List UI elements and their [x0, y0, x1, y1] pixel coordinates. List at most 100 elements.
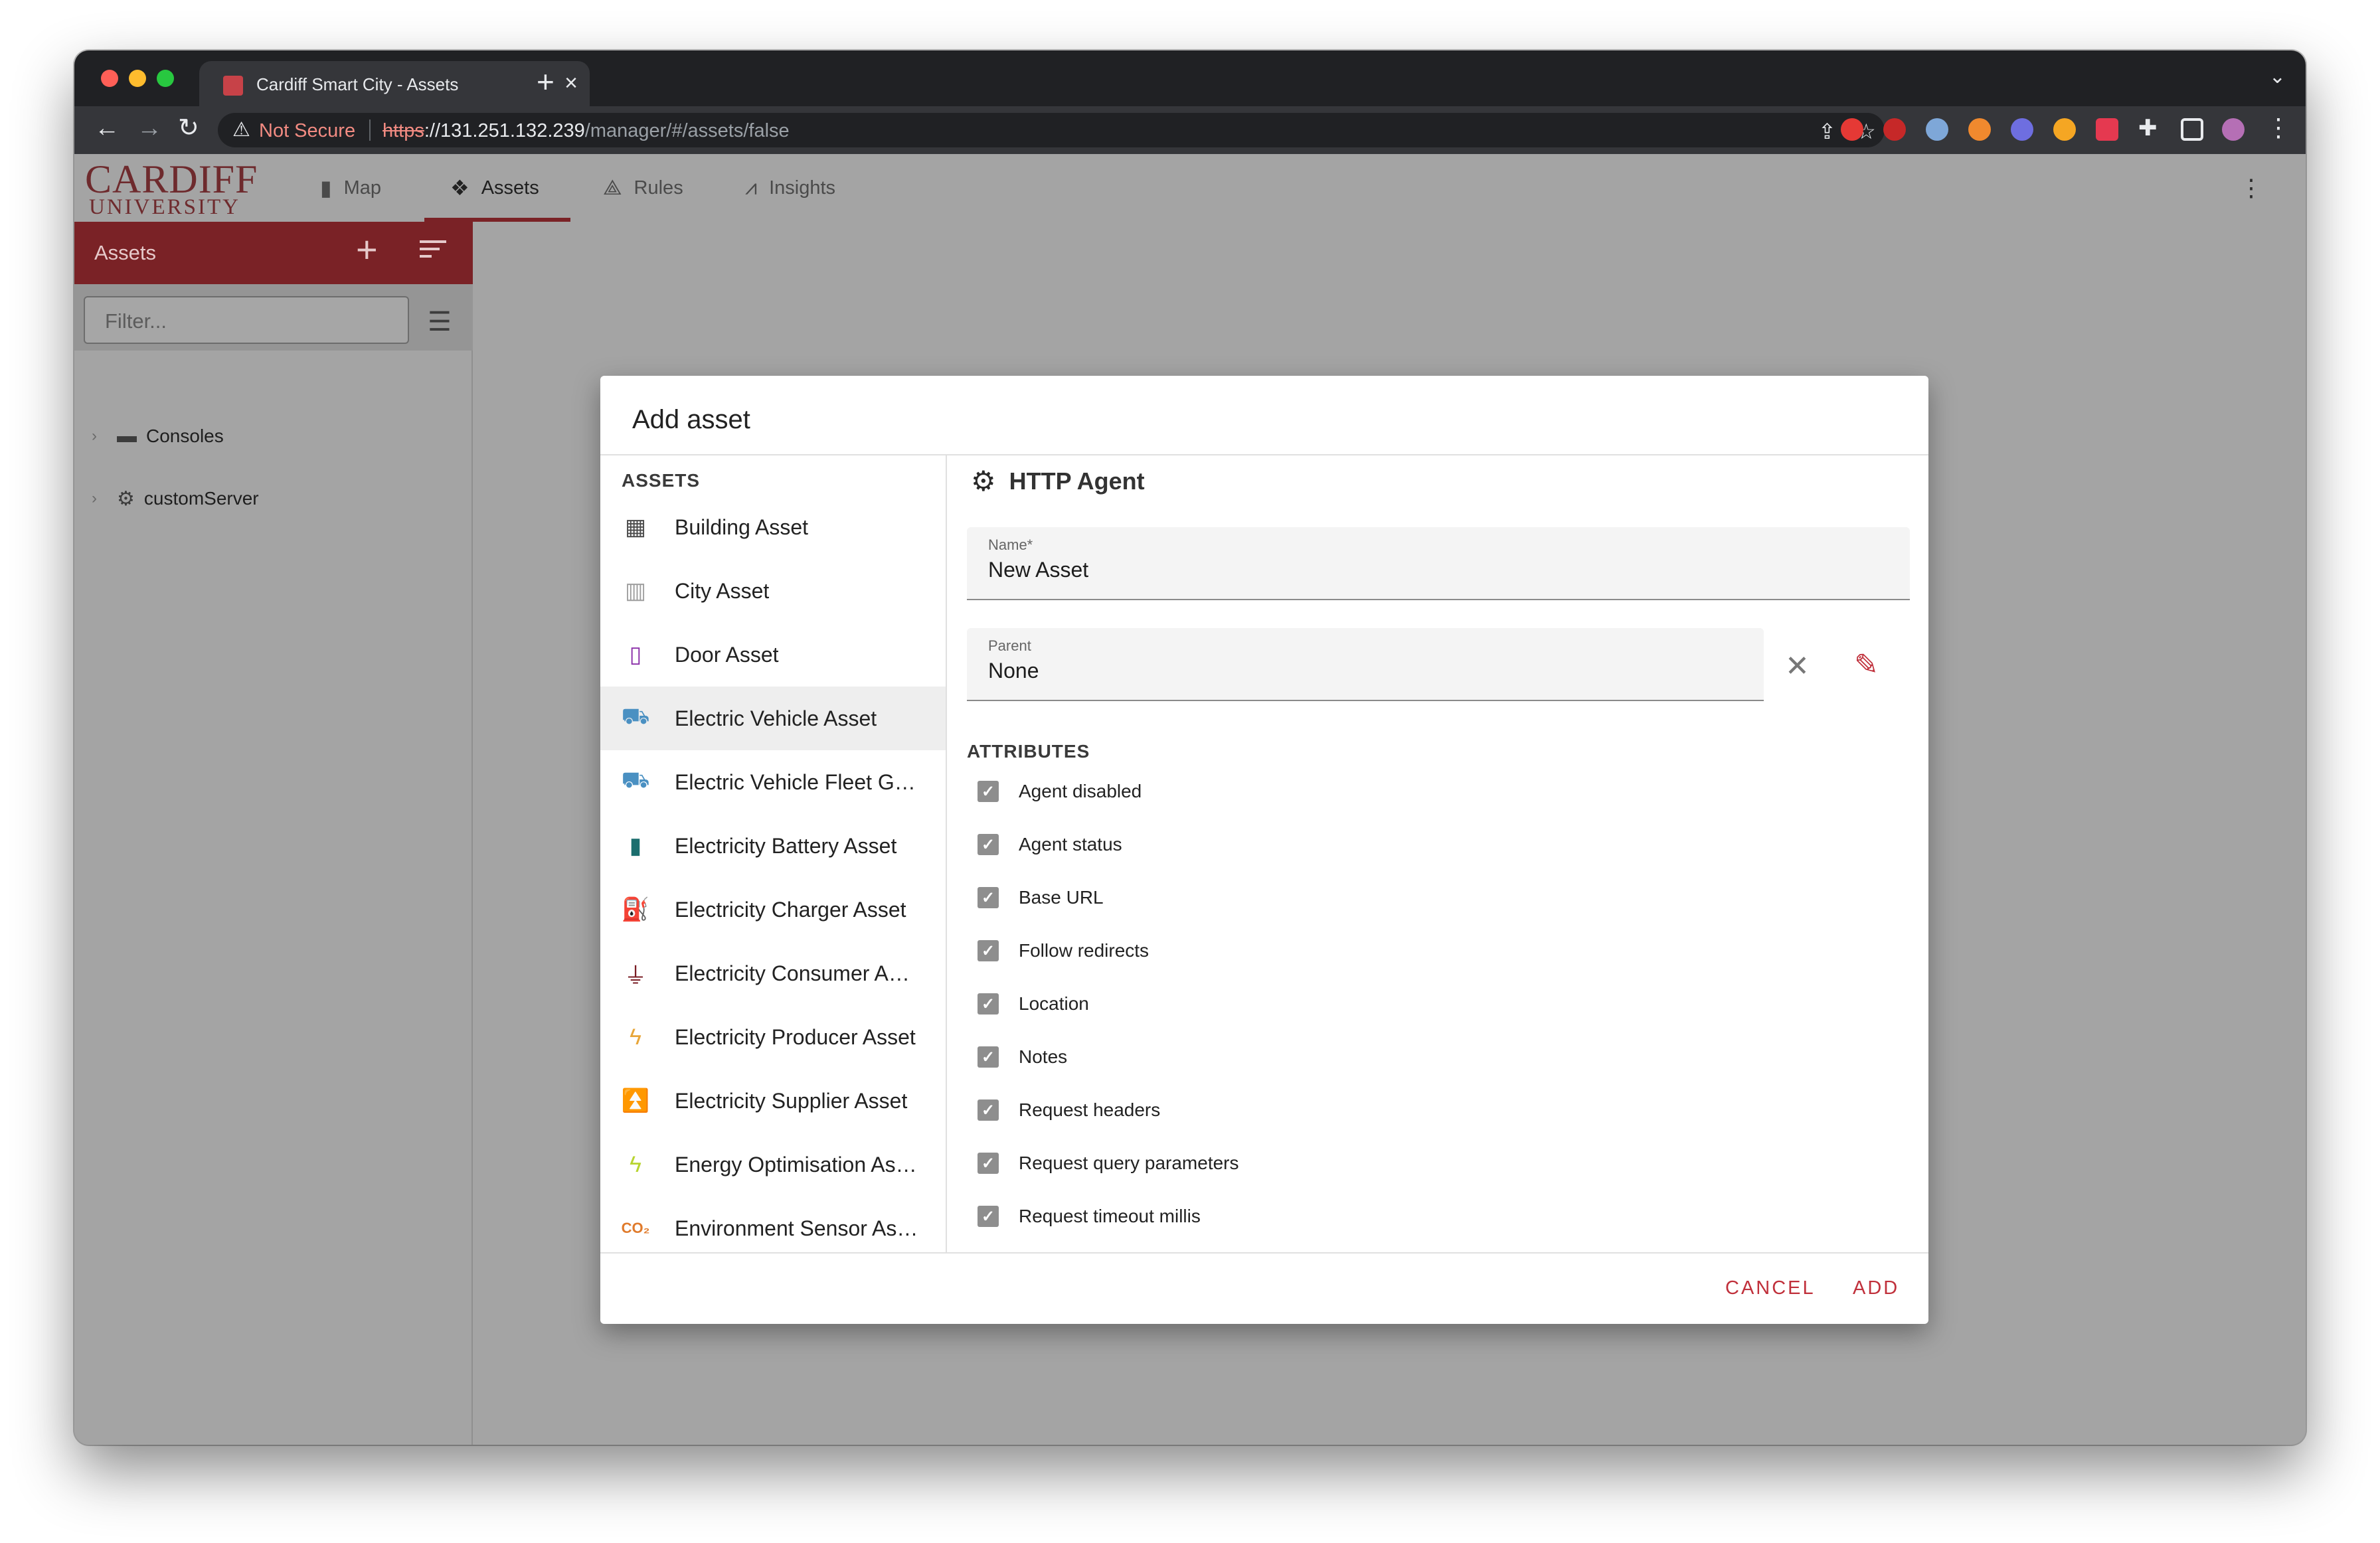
asset-type-label: Electric Vehicle Fleet G… — [675, 770, 916, 794]
attribute-request-headers[interactable]: ✓ Request headers — [978, 1099, 1160, 1121]
new-tab-button[interactable]: + — [537, 66, 554, 97]
attribute-agent-disabled[interactable]: ✓ Agent disabled — [978, 781, 1142, 802]
forward-arrow-icon[interactable]: → — [137, 116, 162, 141]
close-window-button[interactable] — [101, 70, 118, 87]
checkbox-checked-icon[interactable]: ✓ — [978, 887, 999, 908]
cancel-button[interactable]: CANCEL — [1725, 1277, 1816, 1299]
asset-type-building[interactable]: ▦ Building Asset — [600, 495, 946, 559]
city-icon: ▥ — [624, 578, 647, 604]
clear-parent-icon[interactable]: ✕ — [1785, 652, 1810, 681]
asset-type-battery[interactable]: ▮ Electricity Battery Asset — [600, 814, 946, 878]
parent-field[interactable]: Parent None — [967, 628, 1764, 701]
extension-icon[interactable] — [1883, 118, 1906, 141]
browser-tab[interactable]: Cardiff Smart City - Assets × — [199, 61, 590, 106]
attribute-request-timeout-millis[interactable]: ✓ Request timeout millis — [978, 1206, 1201, 1227]
asset-type-label: Electricity Consumer A… — [675, 961, 910, 985]
asset-type-label: City Asset — [675, 578, 770, 603]
attribute-base-url[interactable]: ✓ Base URL — [978, 887, 1104, 908]
reload-icon[interactable]: ↻ — [178, 116, 199, 141]
asset-type-city[interactable]: ▥ City Asset — [600, 559, 946, 623]
asset-type-supplier[interactable]: ⏫ Electricity Supplier Asset — [600, 1069, 946, 1133]
share-icon[interactable]: ⇪ — [1818, 119, 1836, 144]
attribute-notes[interactable]: ✓ Notes — [978, 1046, 1067, 1068]
asset-type-consumer[interactable]: ⏚ Electricity Consumer A… — [600, 941, 946, 1005]
extensions-puzzle-icon[interactable]: ✚ — [2138, 117, 2158, 139]
back-arrow-icon[interactable]: ← — [94, 116, 120, 141]
tree-item-consoles[interactable]: › ▬ Consoles — [92, 420, 224, 453]
checkbox-checked-icon[interactable]: ✓ — [978, 1206, 999, 1227]
asset-type-label: Door Asset — [675, 642, 779, 667]
minimize-window-button[interactable] — [129, 70, 146, 87]
adblock-extension-icon[interactable] — [1841, 118, 1863, 141]
zoom-window-button[interactable] — [157, 70, 174, 87]
attribute-agent-status[interactable]: ✓ Agent status — [978, 834, 1122, 855]
extension-icon[interactable] — [2011, 118, 2033, 141]
tune-icon[interactable]: ☰ — [428, 307, 452, 337]
asset-type-label: Electricity Charger Asset — [675, 897, 906, 922]
tab-search-chevron-icon[interactable]: ⌄ — [2269, 65, 2286, 88]
nav-map[interactable]: ▮ Map — [320, 154, 381, 222]
co2-icon: CO₂ — [621, 1220, 650, 1236]
asset-type-label: Electric Vehicle Asset — [675, 706, 877, 730]
asset-type-label: Energy Optimisation As… — [675, 1152, 917, 1177]
tab-title: Cardiff Smart City - Assets — [256, 74, 459, 94]
warning-icon: ⚠ — [232, 119, 250, 141]
attribute-label: Notes — [1019, 1046, 1068, 1067]
nav-map-label: Map — [343, 177, 382, 199]
sort-icon[interactable] — [420, 240, 446, 262]
door-icon: ▯ — [629, 642, 642, 667]
asset-type-label: Electricity Producer Asset — [675, 1024, 916, 1049]
edit-parent-icon[interactable]: ✎ — [1854, 651, 1879, 680]
filter-input[interactable]: Filter... — [84, 296, 409, 344]
name-field-value[interactable]: New Asset — [988, 558, 1088, 582]
asset-type-electric-vehicle[interactable]: ⛟ Electric Vehicle Asset — [600, 687, 946, 750]
assets-icon: ❖ — [450, 176, 469, 200]
checkbox-checked-icon[interactable]: ✓ — [978, 940, 999, 961]
profile-avatar[interactable] — [2222, 118, 2245, 141]
nav-assets[interactable]: ❖ Assets — [450, 154, 539, 222]
building-icon: ▦ — [624, 515, 647, 540]
checkbox-checked-icon[interactable]: ✓ — [978, 993, 999, 1015]
cogs-icon: ⚙ — [117, 487, 135, 510]
add-asset-button[interactable]: + — [356, 231, 378, 268]
filter-bar: Filter... ☰ — [74, 284, 473, 351]
chevron-right-icon[interactable]: › — [92, 427, 108, 446]
asset-type-charger[interactable]: ⛽ Electricity Charger Asset — [600, 878, 946, 941]
checkbox-checked-icon[interactable]: ✓ — [978, 1153, 999, 1174]
attribute-location[interactable]: ✓ Location — [978, 993, 1089, 1015]
checkbox-checked-icon[interactable]: ✓ — [978, 834, 999, 855]
checkbox-checked-icon[interactable]: ✓ — [978, 1099, 999, 1121]
attribute-follow-redirects[interactable]: ✓ Follow redirects — [978, 940, 1149, 961]
checkbox-checked-icon[interactable]: ✓ — [978, 781, 999, 802]
extension-icon[interactable] — [1926, 118, 1948, 141]
favicon-icon — [223, 76, 243, 96]
attribute-request-query-parameters[interactable]: ✓ Request query parameters — [978, 1153, 1239, 1174]
chevron-right-icon[interactable]: › — [92, 489, 108, 508]
nav-assets-label: Assets — [481, 177, 539, 199]
more-vert-icon[interactable]: ⋮ — [2239, 174, 2263, 202]
car-multiple-icon: ⛟ — [621, 768, 650, 793]
flash-icon: ϟ — [630, 1024, 641, 1050]
browser-menu-icon[interactable]: ⋮ — [2266, 116, 2291, 141]
extension-icon[interactable] — [2053, 118, 2076, 141]
extension-icon[interactable] — [2096, 118, 2118, 141]
asset-sidebar: Assets + Filter... ☰ › ▬ Consoles › ⚙ cu… — [74, 222, 473, 1445]
add-button[interactable]: ADD — [1853, 1277, 1899, 1299]
name-field[interactable]: Name* New Asset — [967, 527, 1910, 600]
address-bar[interactable]: ⚠ Not Secure https://131.251.132.239/man… — [218, 113, 1885, 147]
asset-type-ev-fleet[interactable]: ⛟ Electric Vehicle Fleet G… — [600, 750, 946, 814]
asset-type-energy-optimisation[interactable]: ϟ Energy Optimisation As… — [600, 1133, 946, 1196]
tree-item-customserver[interactable]: › ⚙ customServer — [92, 482, 259, 515]
divider — [600, 1252, 1928, 1254]
asset-type-producer[interactable]: ϟ Electricity Producer Asset — [600, 1005, 946, 1069]
tab-close-icon[interactable]: × — [564, 70, 578, 96]
asset-type-environment-sensor[interactable]: CO₂ Environment Sensor As… — [600, 1196, 946, 1252]
side-panel-icon[interactable] — [2181, 118, 2203, 141]
nav-rules[interactable]: ⟁ Rules — [603, 154, 683, 222]
folder-icon: ▬ — [117, 425, 137, 447]
checkbox-checked-icon[interactable]: ✓ — [978, 1046, 999, 1068]
metamask-extension-icon[interactable] — [1968, 118, 1991, 141]
map-icon: ▮ — [320, 176, 332, 200]
asset-type-door[interactable]: ▯ Door Asset — [600, 623, 946, 687]
nav-insights[interactable]: ⩘ Insights — [745, 154, 835, 222]
